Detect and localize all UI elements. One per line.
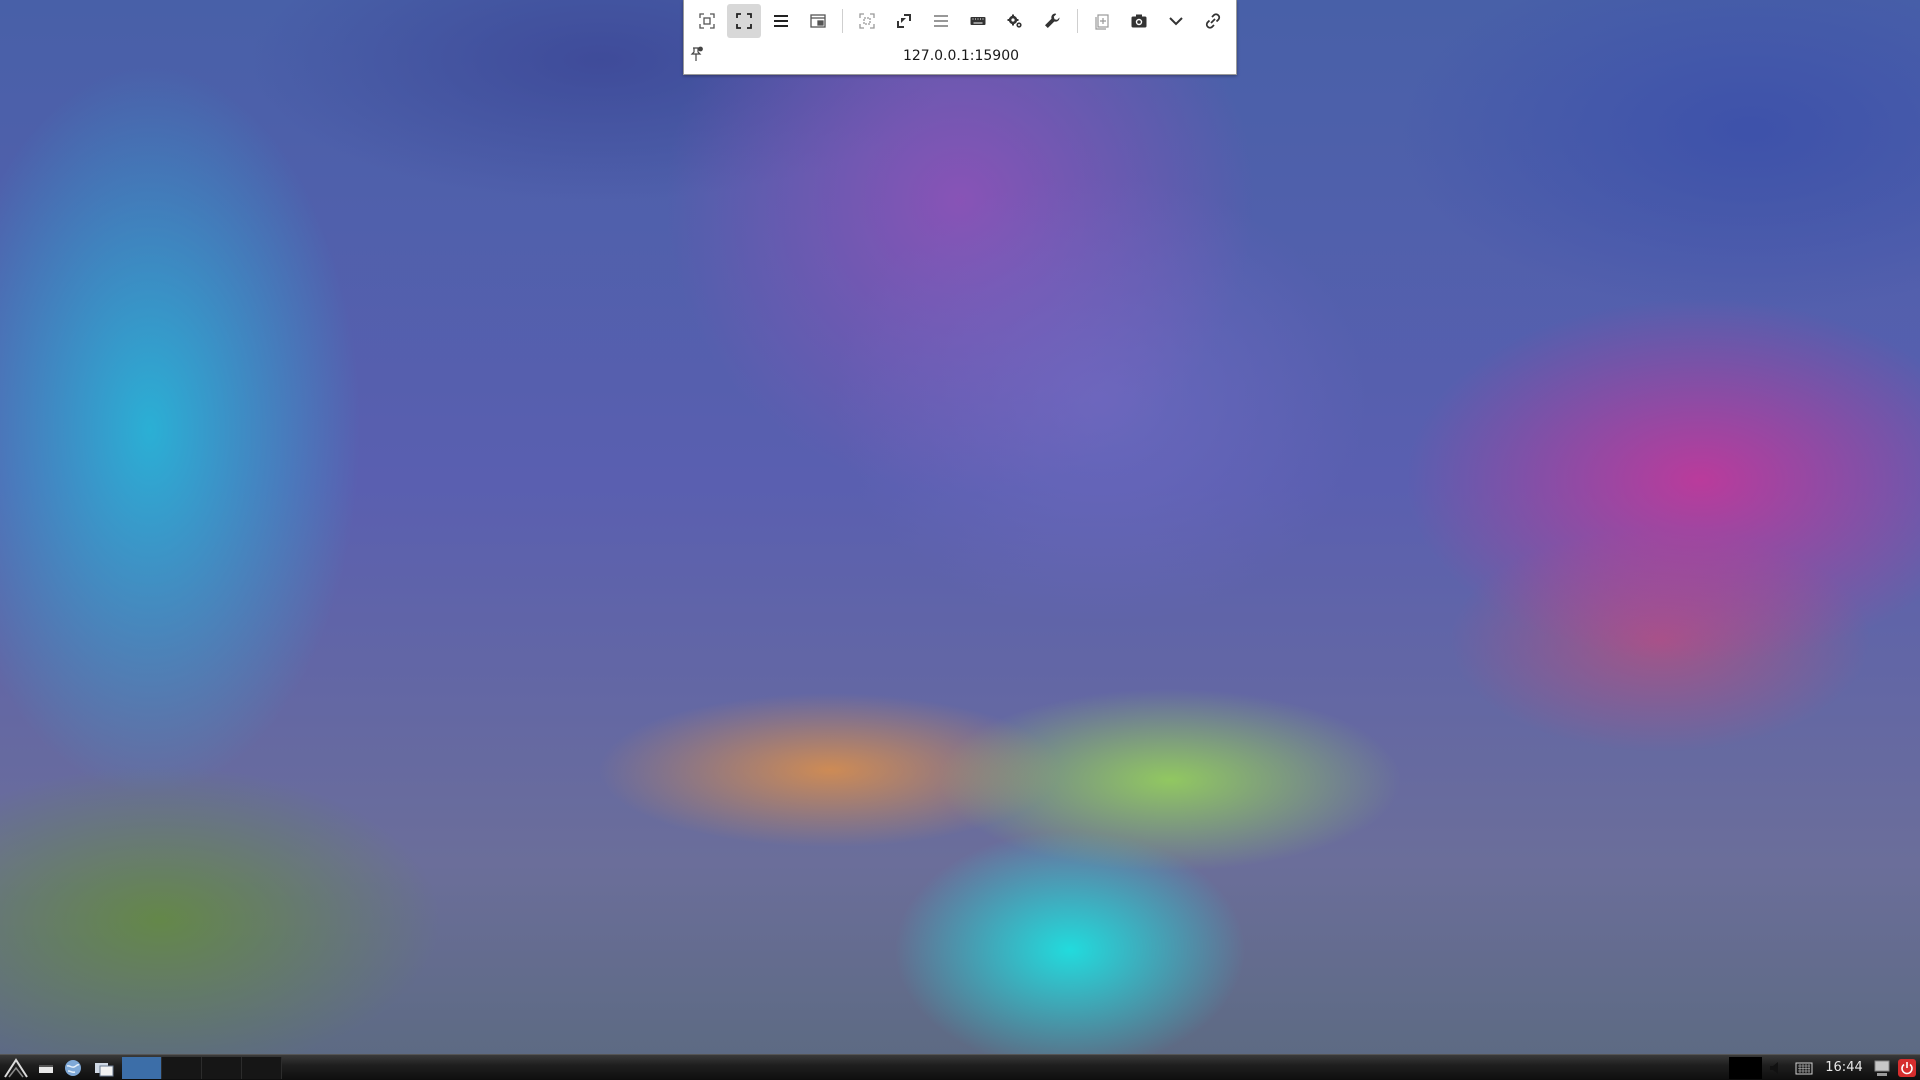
gears-icon — [1007, 14, 1022, 28]
tools-button[interactable] — [1035, 4, 1069, 38]
desktop-switcher-2[interactable] — [162, 1057, 202, 1079]
browser-launcher[interactable] — [62, 1057, 84, 1079]
fit-screen-icon — [699, 13, 715, 29]
scale-icon — [859, 13, 875, 29]
broken-link-icon — [1205, 13, 1221, 29]
window-mode-button[interactable] — [801, 4, 835, 38]
fullscreen-toggle-button[interactable] — [887, 4, 921, 38]
window-icon — [810, 14, 826, 28]
network-button[interactable] — [1871, 1057, 1893, 1079]
globe-icon — [65, 1060, 81, 1076]
toolbar-separator — [842, 9, 843, 33]
speaker-icon — [1770, 1062, 1778, 1074]
folder-icon — [95, 1063, 114, 1077]
hamburger-icon — [774, 15, 788, 27]
list-icon — [934, 15, 948, 27]
chevron-down-icon — [1169, 17, 1183, 26]
connection-host-label: 127.0.0.1:15900 — [902, 48, 1020, 64]
monitor-icon — [1874, 1060, 1890, 1076]
start-menu-button[interactable] — [3, 1057, 29, 1079]
keyboard-icon — [970, 17, 986, 25]
fit-to-window-button[interactable] — [690, 4, 724, 38]
show-desktop-button[interactable] — [35, 1057, 57, 1079]
duplicate-button[interactable] — [1085, 4, 1119, 38]
fullscreen-button[interactable] — [727, 4, 761, 38]
file-manager-launcher[interactable] — [92, 1057, 116, 1079]
fullscreen-icon — [736, 13, 752, 29]
more-button[interactable] — [1159, 4, 1193, 38]
keyboard-layout-button[interactable] — [1793, 1057, 1815, 1079]
copy-icon — [1095, 14, 1109, 30]
taskbar: 16:44 — [0, 1054, 1920, 1080]
wrench-icon — [1045, 13, 1060, 28]
taskbar-clock[interactable]: 16:44 — [1820, 1055, 1868, 1080]
app-menu-icon — [4, 1058, 28, 1078]
disconnect-button[interactable] — [1196, 4, 1230, 38]
expand-icon — [897, 14, 911, 28]
keyboard-icon — [1795, 1062, 1813, 1075]
power-button[interactable] — [1896, 1057, 1918, 1079]
screenshot-button[interactable] — [1122, 4, 1156, 38]
menu-button[interactable] — [764, 4, 798, 38]
keyboard-button[interactable] — [961, 4, 995, 38]
preferences-list-button[interactable] — [924, 4, 958, 38]
desktop-wallpaper — [0, 0, 1920, 1080]
desktop-switcher-1[interactable] — [122, 1057, 162, 1079]
volume-button[interactable] — [1765, 1057, 1787, 1079]
toolbar-separator — [1077, 9, 1078, 33]
settings-button[interactable] — [998, 4, 1032, 38]
terminal-icon — [39, 1065, 53, 1073]
desktop-switcher-4[interactable] — [242, 1057, 282, 1079]
tray-area — [1729, 1057, 1762, 1079]
scaled-button[interactable] — [850, 4, 884, 38]
desktop-switcher-3[interactable] — [202, 1057, 242, 1079]
vnc-toolbar: 127.0.0.1:15900 — [683, 0, 1237, 75]
power-icon — [1898, 1059, 1916, 1077]
desktop: 127.0.0.1:15900 16:44 — [0, 0, 1920, 1080]
camera-icon — [1131, 14, 1147, 28]
